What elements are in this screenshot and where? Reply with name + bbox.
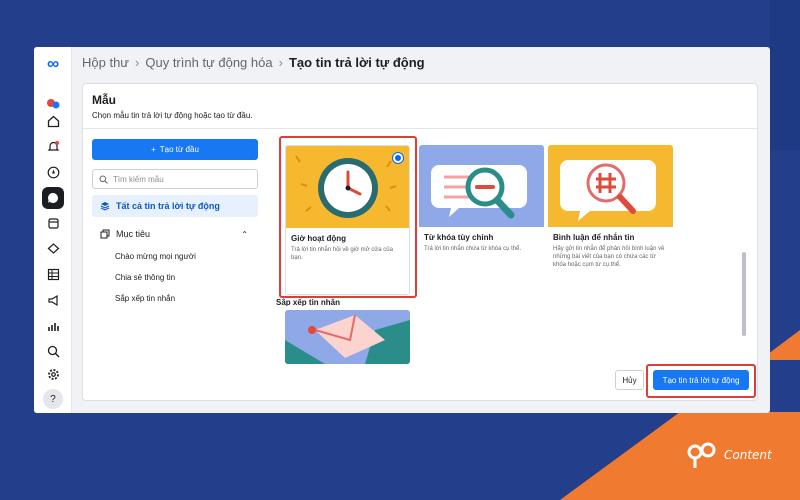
highlight-box-card xyxy=(279,136,417,298)
nav-sub-item[interactable]: Sắp xếp tin nhắn xyxy=(115,294,175,303)
templates-panel: Mẫu Chọn mẫu tin trả lời tự động hoặc tạ… xyxy=(82,83,758,401)
nav-sub-item[interactable]: Chia sẻ thông tin xyxy=(115,273,175,282)
breadcrumb: Hộp thư › Quy trình tự động hóa › Tạo ti… xyxy=(82,55,425,70)
account-icon[interactable] xyxy=(43,93,63,113)
template-search-input[interactable] xyxy=(113,174,253,184)
copy-icon xyxy=(100,229,110,239)
magnifier-illustration xyxy=(419,145,544,227)
panel-subtitle: Chọn mẫu tin trả lời tự động hoặc tạo từ… xyxy=(92,111,253,120)
nav-section-goals[interactable]: Mục tiêu ⌃ xyxy=(92,225,258,243)
template-search[interactable] xyxy=(92,169,258,189)
create-from-scratch-label: Tạo từ đầu xyxy=(159,145,199,154)
panel-title: Mẫu xyxy=(92,93,116,107)
layers-icon xyxy=(100,202,110,211)
chevron-up-icon[interactable]: ⌃ xyxy=(241,230,248,239)
card-title: Bình luận để nhắn tin xyxy=(553,233,635,242)
gear-icon[interactable] xyxy=(43,364,63,384)
card-title: Từ khóa tùy chỉnh xyxy=(424,233,494,242)
section-label-sort: Sắp xếp tin nhắn xyxy=(276,298,341,306)
insights-icon[interactable] xyxy=(43,316,63,336)
sidebar: ∞ ? xyxy=(34,47,72,413)
cancel-button[interactable]: Hủy xyxy=(615,370,644,390)
brand-mark-icon xyxy=(687,442,716,468)
hashtag-illustration xyxy=(548,145,673,227)
nav-sub-item[interactable]: Chào mừng mọi người xyxy=(115,252,196,261)
breadcrumb-current: Tạo tin trả lời tự động xyxy=(288,55,425,70)
brand-logo: Content xyxy=(686,440,772,470)
brand-text: Content xyxy=(724,448,772,462)
inbox-icon[interactable] xyxy=(42,187,64,209)
card-description: Trả lời tin nhắn chứa từ khóa cụ thể. xyxy=(424,246,522,252)
divider xyxy=(83,128,757,129)
meta-logo-icon[interactable]: ∞ xyxy=(40,55,66,72)
nav-all-label: Tất cả tin trả lời tự động xyxy=(116,201,220,211)
search-icon xyxy=(99,175,108,184)
help-icon[interactable]: ? xyxy=(43,389,63,409)
notification-icon[interactable] xyxy=(43,136,63,156)
nav-all-replies[interactable]: Tất cả tin trả lời tự động xyxy=(92,195,258,217)
megaphone-icon[interactable] xyxy=(43,290,63,310)
search-icon[interactable] xyxy=(43,341,63,361)
plus-icon: + xyxy=(151,145,156,154)
app-window: ∞ ? Hộp thư › Quy trình tự động hóa › Tạ… xyxy=(34,47,770,413)
envelope-illustration xyxy=(285,310,410,364)
scrollbar[interactable] xyxy=(742,252,746,336)
breadcrumb-automation[interactable]: Quy trình tự động hóa xyxy=(145,55,272,70)
chevron-right-icon: › xyxy=(135,55,140,70)
home-icon[interactable] xyxy=(43,111,63,131)
breadcrumb-inbox[interactable]: Hộp thư xyxy=(82,55,129,70)
create-from-scratch-button[interactable]: + Tạo từ đầu xyxy=(92,139,258,160)
compass-icon[interactable] xyxy=(43,162,63,182)
audience-icon[interactable] xyxy=(43,238,63,258)
nav-section-label: Mục tiêu xyxy=(116,229,151,239)
template-card-comment-to-message[interactable]: Bình luận để nhắn tin Hãy gửi tin nhắn đ… xyxy=(548,145,673,295)
chevron-right-icon: › xyxy=(278,55,283,70)
content-icon[interactable] xyxy=(43,213,63,233)
table-icon[interactable] xyxy=(43,264,63,284)
highlight-box-button xyxy=(646,364,756,398)
template-card-sort-messages[interactable] xyxy=(285,310,410,364)
template-card-custom-keywords[interactable]: Từ khóa tùy chỉnh Trả lời tin nhắn chứa … xyxy=(419,145,544,269)
card-description: Hãy gửi tin nhắn để phản hồi bình luận v… xyxy=(553,246,665,268)
